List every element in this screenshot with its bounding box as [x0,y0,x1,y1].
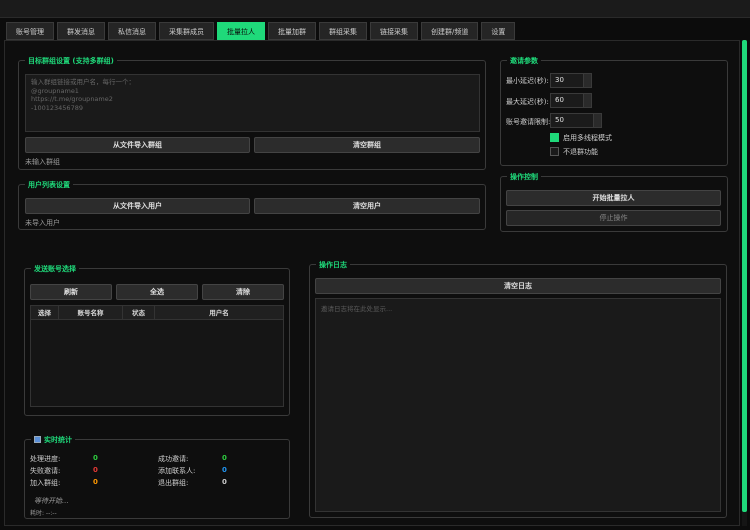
stat-value-failed: 0 [93,466,98,474]
min-delay-label: 最小延迟(秒): [506,77,549,85]
window-titlebar [0,0,750,18]
stat-value-progress: 0 [93,454,98,462]
invite-limit-value: 50 [555,116,564,124]
stat-value-left: 0 [222,478,227,486]
select-all-button[interactable]: 全选 [116,284,198,300]
user-status: 未导入用户 [25,219,60,227]
tab-batch-invite[interactable]: 批量拉人 [217,22,265,40]
scrollbar-thumb[interactable] [742,40,747,512]
start-invite-button[interactable]: 开始批量拉人 [506,190,721,206]
accounts-title: 发送账号选择 [31,264,79,274]
stat-value-contacts: 0 [222,466,227,474]
multithread-checkbox[interactable] [550,133,559,142]
stat-label-joined: 加入群组: [30,479,61,487]
accounts-table[interactable]: 选择 账号名称 状态 用户名 [30,305,284,407]
tab-private-message[interactable]: 私信消息 [108,22,156,40]
target-group-title: 目标群组设置 (支持多群组) [25,56,117,66]
stat-value-joined: 0 [93,478,98,486]
tab-batch-join[interactable]: 批量加群 [268,22,316,40]
refresh-button[interactable]: 刷新 [30,284,112,300]
invite-params-title: 邀请参数 [507,56,541,66]
stat-label-failed: 失败邀请: [30,467,61,475]
multithread-label: 启用多线程模式 [563,134,612,142]
stat-label-contacts: 添加联系人: [158,467,196,475]
tab-group-message[interactable]: 群发消息 [57,22,105,40]
import-groups-button[interactable]: 从文件导入群组 [25,137,250,153]
invite-limit-spinbox[interactable]: 50 [550,113,602,128]
target-group-input[interactable]: 输入群组链接或用户名，每行一个： @groupname1 https://t.m… [25,74,480,132]
max-delay-spinbox[interactable]: 60 [550,93,592,108]
stats-panel: 实时统计 [24,435,290,519]
stat-label-progress: 处理进度: [30,455,61,463]
no-leave-checkbox[interactable] [550,147,559,156]
stats-title-text: 实时统计 [44,436,72,444]
col-status[interactable]: 状态 [123,306,155,320]
tab-group-collect[interactable]: 群组采集 [319,22,367,40]
clear-groups-button[interactable]: 清空群组 [254,137,480,153]
tab-link-collect[interactable]: 链接采集 [370,22,418,40]
chart-icon [34,436,41,443]
tab-settings[interactable]: 设置 [481,22,516,40]
stat-label-success: 成功邀请: [158,455,189,463]
log-output[interactable]: 邀请日志将在此处显示... [315,298,721,512]
operation-title: 操作控制 [507,172,541,182]
clear-log-button[interactable]: 清空日志 [315,278,721,294]
stats-elapsed: 耗时: --:-- [30,510,57,517]
invite-limit-arrows[interactable] [593,114,601,127]
max-delay-arrows[interactable] [583,94,591,107]
tab-create-group[interactable]: 创建群/频道 [421,22,479,40]
tab-account-management[interactable]: 账号管理 [6,22,54,40]
tab-bar: 账号管理 群发消息 私信消息 采集群成员 批量拉人 批量加群 群组采集 链接采集… [6,22,516,40]
min-delay-spinbox[interactable]: 30 [550,73,592,88]
clear-users-button[interactable]: 清空用户 [254,198,480,214]
stats-waiting: 等待开始... [34,497,69,505]
tab-collect-members[interactable]: 采集群成员 [159,22,214,40]
accounts-table-header: 选择 账号名称 状态 用户名 [31,306,283,320]
group-status: 未输入群组 [25,158,60,166]
invite-limit-label: 账号邀请限制: [506,118,551,126]
stat-label-left: 退出群组: [158,479,189,487]
vertical-scrollbar[interactable] [742,40,747,526]
clear-selection-button[interactable]: 清除 [202,284,284,300]
stop-button[interactable]: 停止操作 [506,210,721,226]
max-delay-value: 60 [555,96,564,104]
max-delay-label: 最大延迟(秒): [506,98,549,106]
col-username[interactable]: 用户名 [155,306,283,320]
stats-title: 实时统计 [31,435,75,445]
user-list-title: 用户列表设置 [25,180,73,190]
import-users-button[interactable]: 从文件导入用户 [25,198,250,214]
col-select[interactable]: 选择 [31,306,59,320]
no-leave-label: 不退群功能 [563,148,598,156]
stat-value-success: 0 [222,454,227,462]
min-delay-value: 30 [555,76,564,84]
col-account-name[interactable]: 账号名称 [59,306,123,320]
min-delay-arrows[interactable] [583,74,591,87]
log-title: 操作日志 [316,260,350,270]
